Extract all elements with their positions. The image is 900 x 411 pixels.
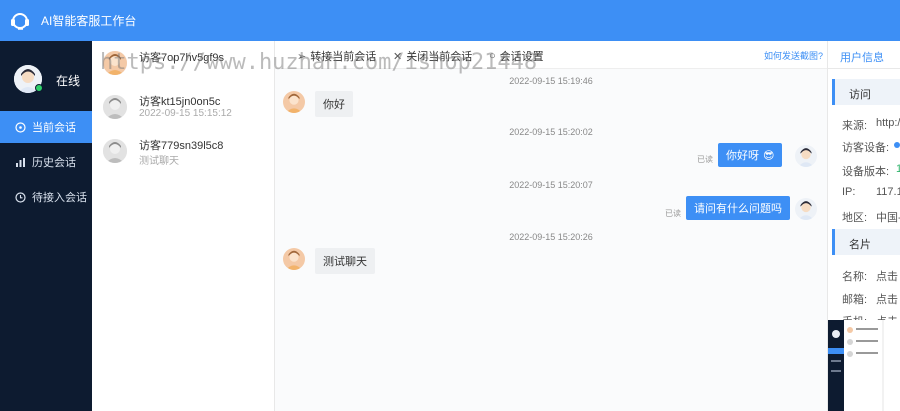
info-label: 邮箱: — [842, 294, 868, 306]
read-receipt: 已读 — [697, 155, 713, 164]
info-label: 来源: — [842, 120, 868, 132]
close-session-button[interactable]: ✕ 关闭当前会话 — [393, 48, 472, 64]
message-timestamp: 2022-09-15 15:20:26 — [509, 232, 593, 242]
user-info-panel: 用户信息 访问 来源: http:/ 访客设备: 设备版本: 1 IP: 117… — [827, 41, 900, 411]
sidebar-item-pending-sessions[interactable]: 待接入会话 — [0, 181, 92, 213]
info-value[interactable]: 点击 — [876, 291, 898, 307]
info-value: 117.1 — [876, 186, 900, 198]
circle-icon: ○ — [489, 50, 496, 62]
message-timestamp: 2022-09-15 15:20:07 — [509, 180, 593, 190]
visitor-name: 访客kt15jn0on5c — [139, 96, 221, 108]
read-receipt: 已读 — [665, 209, 681, 218]
session-settings-label: 会话设置 — [499, 51, 544, 63]
sidebar-item-current-sessions[interactable]: 当前会话 — [0, 111, 92, 143]
app-title: AI智能客服工作台 — [41, 14, 137, 28]
conversation-preview: 2022-09-15 15:15:12 — [139, 108, 232, 119]
screenshot-help-link[interactable]: 如何发送截图? — [764, 49, 823, 62]
sidebar: 在线 当前会话 历史会话 待接入会话 — [0, 41, 92, 411]
device-indicator-dot — [894, 142, 900, 148]
agent-avatar — [795, 198, 817, 220]
transfer-session-label: 转接当前会话 — [310, 51, 377, 63]
message-timestamp: 2022-09-15 15:19:46 — [509, 76, 593, 86]
card-section-header: 名片 — [832, 229, 900, 255]
headset-logo-icon — [9, 10, 31, 32]
sunglasses-emoji-icon: 😎 — [763, 149, 775, 162]
visitor-name: 访客779sn39l5c8 — [139, 140, 224, 152]
visit-section-header: 访问 — [832, 79, 900, 105]
info-value: 1 — [896, 163, 900, 175]
info-label: IP: — [842, 186, 856, 198]
conversation-item[interactable]: 访客7op7hv5gf9s — [92, 45, 275, 87]
agent-avatar — [795, 145, 817, 167]
top-bar: AI智能客服工作台 — [0, 0, 900, 41]
conversation-item[interactable]: 访客kt15jn0on5c 2022-09-15 15:15:12 — [92, 89, 275, 131]
section-title: 访问 — [849, 89, 871, 101]
chat-area: ➢ 转接当前会话 ✕ 关闭当前会话 ○ 会话设置 如何发送截图? 2022-09… — [275, 41, 827, 411]
message-bubble: 你好 — [315, 91, 353, 117]
sidebar-item-label: 当前会话 — [32, 122, 76, 134]
visitor-avatar — [103, 139, 127, 163]
info-value: 中国- — [876, 212, 900, 224]
chat-toolbar: ➢ 转接当前会话 ✕ 关闭当前会话 ○ 会话设置 如何发送截图? — [275, 41, 827, 69]
session-settings-button[interactable]: ○ 会话设置 — [489, 48, 544, 64]
tab-label: 用户信息 — [840, 52, 884, 64]
close-session-label: 关闭当前会话 — [406, 51, 473, 63]
visitor-avatar — [103, 95, 127, 119]
bar-chart-icon — [15, 157, 26, 168]
sidebar-item-label: 待接入会话 — [32, 192, 87, 204]
conversation-preview: 测试聊天 — [139, 156, 179, 167]
section-title: 名片 — [849, 239, 871, 251]
conversation-item[interactable]: 访客779sn39l5c8 测试聊天 — [92, 133, 275, 175]
sidebar-item-label: 历史会话 — [32, 157, 76, 169]
conversation-list: 访客7op7hv5gf9s 访客kt15jn0on5c 2022-09-15 1… — [92, 41, 275, 411]
sidebar-item-history-sessions[interactable]: 历史会话 — [0, 146, 92, 178]
chat-bubble-icon — [15, 121, 26, 133]
info-value: http:/ — [876, 117, 900, 129]
clock-icon — [15, 191, 26, 203]
message-bubble: 请问有什么问题吗 — [686, 196, 790, 220]
info-label: 地区: — [842, 212, 868, 224]
visitor-avatar — [283, 248, 305, 270]
visitor-avatar — [283, 91, 305, 113]
online-status-dot — [35, 84, 43, 92]
info-label: 名称: — [842, 271, 868, 283]
tab-user-info[interactable]: 用户信息 — [828, 41, 900, 69]
info-value[interactable]: 点击 — [876, 268, 898, 284]
send-arrow-icon: ➢ — [297, 50, 307, 63]
transfer-session-button[interactable]: ➢ 转接当前会话 — [297, 48, 376, 64]
message-bubble: 你好呀 😎 — [718, 143, 783, 167]
message-text: 你好呀 — [726, 150, 759, 162]
close-icon: ✕ — [393, 50, 403, 63]
screenshot-preview-thumbnail[interactable] — [828, 320, 900, 411]
visitor-avatar — [103, 51, 127, 75]
visitor-name: 访客7op7hv5gf9s — [139, 52, 224, 64]
message-text: 请问有什么问题吗 — [694, 203, 782, 215]
message-bubble: 测试聊天 — [315, 248, 375, 274]
info-label: 访客设备: — [842, 142, 890, 154]
info-label: 设备版本: — [842, 166, 890, 178]
message-timestamp: 2022-09-15 15:20:02 — [509, 127, 593, 137]
online-status-label[interactable]: 在线 — [56, 72, 80, 89]
